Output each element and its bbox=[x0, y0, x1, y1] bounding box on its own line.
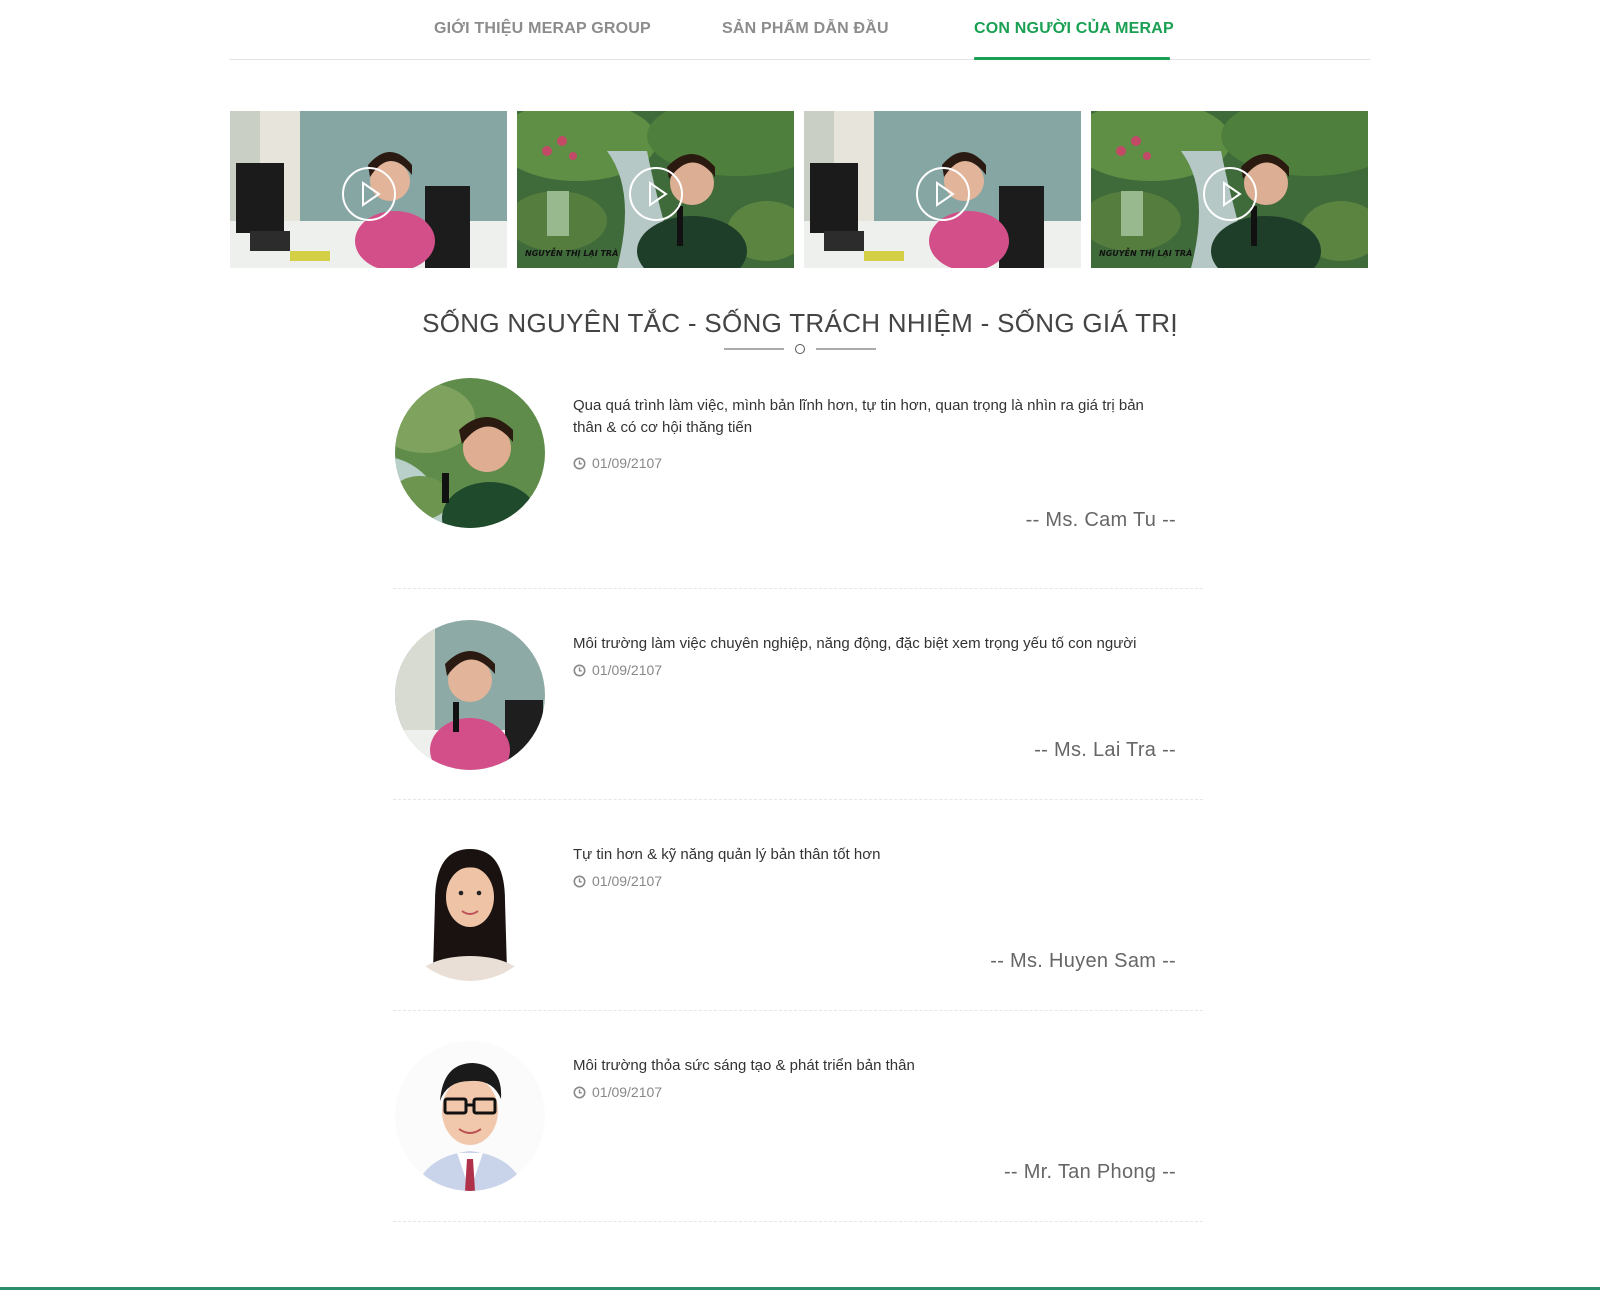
title-divider-ornament bbox=[724, 344, 876, 354]
testimonial-list: Qua quá trình làm việc, mình bản lĩnh hơ… bbox=[393, 378, 1203, 1222]
testimonial-item: Môi trường làm việc chuyên nghiệp, năng … bbox=[393, 589, 1203, 800]
video-caption: NGUYỄN THỊ LẠI TRÀ bbox=[525, 249, 619, 258]
date-text: 01/09/2107 bbox=[592, 873, 663, 889]
testimonial-quote: Qua quá trình làm việc, mình bản lĩnh hơ… bbox=[573, 397, 1144, 436]
section-title: SỐNG NGUYÊN TẮC - SỐNG TRÁCH NHIỆM - SỐN… bbox=[422, 308, 1178, 338]
testimonial-date: 01/09/2107 bbox=[573, 455, 662, 471]
testimonial-author: -- Ms. Cam Tu -- bbox=[1025, 509, 1176, 531]
date-text: 01/09/2107 bbox=[592, 662, 663, 678]
testimonial-item: Môi trường thỏa sức sáng tạo & phát triể… bbox=[393, 1011, 1203, 1222]
testimonial-quote: Môi trường thỏa sức sáng tạo & phát triể… bbox=[573, 1057, 915, 1074]
date-text: 01/09/2107 bbox=[592, 1084, 663, 1100]
testimonial-quote: Môi trường làm việc chuyên nghiệp, năng … bbox=[573, 635, 1137, 652]
testimonial-author: -- Mr. Tan Phong -- bbox=[1003, 1161, 1176, 1183]
tab-san-pham-dan-dau[interactable]: SẢN PHẨM DẪN ĐẦU bbox=[722, 20, 889, 38]
clock-icon bbox=[573, 875, 586, 888]
testimonial-date: 01/09/2107 bbox=[573, 662, 662, 678]
video-thumbnail[interactable]: NGUYỄN THỊ LẠI TRÀ bbox=[517, 111, 794, 268]
avatar bbox=[395, 831, 545, 981]
date-text: 01/09/2107 bbox=[592, 455, 663, 471]
testimonial-quote: Tự tin hơn & kỹ năng quản lý bản thân tố… bbox=[573, 846, 881, 863]
play-icon bbox=[341, 166, 396, 221]
play-icon bbox=[915, 166, 970, 221]
testimonial-date: 01/09/2107 bbox=[573, 873, 662, 889]
tab-con-nguoi-cua-merap[interactable]: CON NGƯỜI CỦA MERAP bbox=[974, 20, 1174, 38]
testimonial-author: -- Ms. Lai Tra -- bbox=[1034, 739, 1176, 761]
tab-gioi-thieu-merap-group[interactable]: GIỚI THIỆU MERAP GROUP bbox=[434, 20, 651, 38]
testimonial-author: -- Ms. Huyen Sam -- bbox=[990, 950, 1176, 972]
video-thumbnail[interactable] bbox=[804, 111, 1081, 268]
video-thumbnail[interactable]: NGUYỄN THỊ LẠI TRÀ bbox=[1091, 111, 1368, 268]
testimonial-item: Qua quá trình làm việc, mình bản lĩnh hơ… bbox=[393, 378, 1203, 589]
active-tab-indicator bbox=[974, 57, 1170, 60]
avatar bbox=[395, 620, 545, 770]
section-tabs: GIỚI THIỆU MERAP GROUP SẢN PHẨM DẪN ĐẦU … bbox=[229, 0, 1370, 60]
avatar bbox=[395, 378, 545, 528]
video-caption: NGUYỄN THỊ LẠI TRÀ bbox=[1099, 249, 1193, 258]
play-icon bbox=[1202, 166, 1257, 221]
clock-icon bbox=[573, 664, 586, 677]
clock-icon bbox=[573, 457, 586, 470]
video-thumbnail[interactable] bbox=[230, 111, 507, 268]
video-gallery: NGUYỄN THỊ LẠI TRÀ NGUYỄN THỊ LẠI TRÀ bbox=[230, 111, 1369, 268]
clock-icon bbox=[573, 1086, 586, 1099]
avatar bbox=[395, 1041, 545, 1191]
play-icon bbox=[628, 166, 683, 221]
testimonial-date: 01/09/2107 bbox=[573, 1084, 662, 1100]
testimonial-item: Tự tin hơn & kỹ năng quản lý bản thân tố… bbox=[393, 800, 1203, 1011]
